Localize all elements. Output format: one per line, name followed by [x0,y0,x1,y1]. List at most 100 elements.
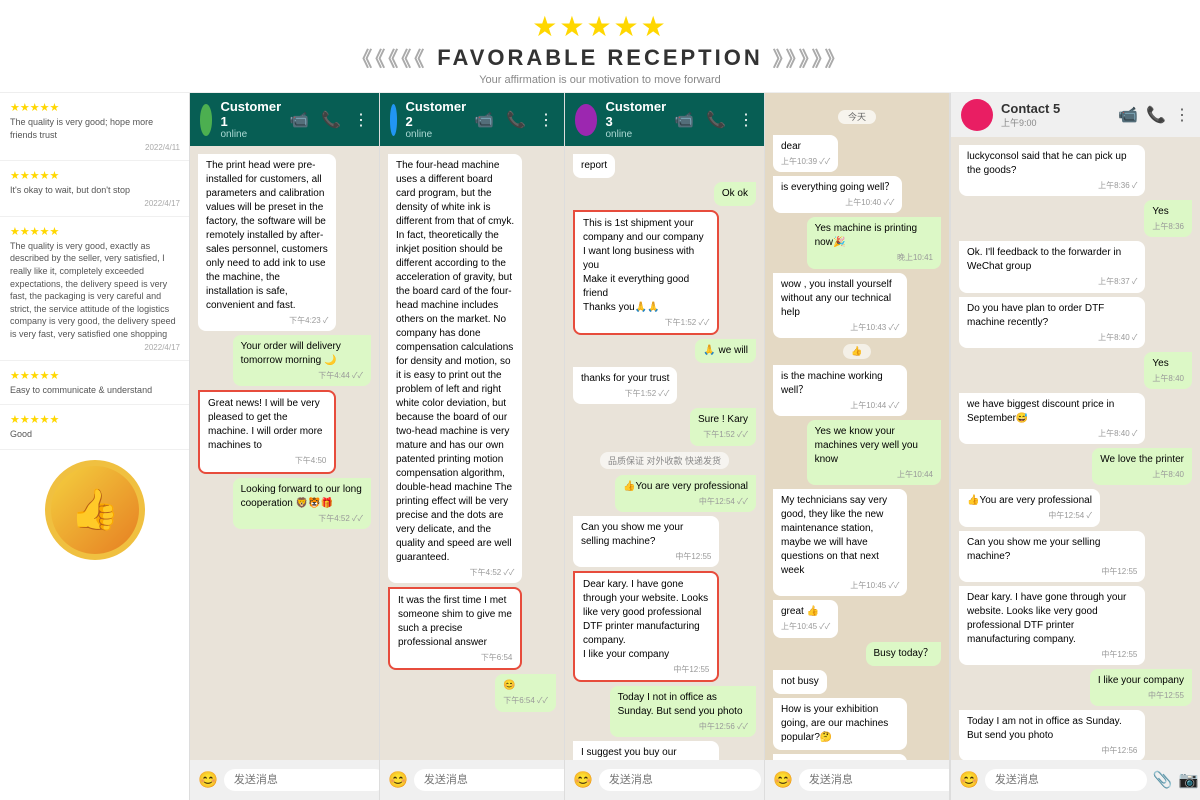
chat-column-2[interactable]: Customer 2 online 📹 📞 ⋮ The four-head ma… [380,93,565,800]
chat-input-bar-4[interactable]: 😊 📎 📷 🎤 [765,760,949,800]
message-text: Great news! I will be very pleased to ge… [208,397,326,453]
call-icon[interactable]: 📞 [321,110,341,130]
right-emoji-icon[interactable]: 😊 [959,770,979,790]
chat-message: Today I am not in office as Sunday. But … [959,710,1145,760]
chat-message: Yes machine is printing now🎉晚上10:41 [807,217,941,268]
left-arrows: 《《《《《 [352,43,427,72]
date-divider: 今天 [838,107,876,125]
chat-message: 👍You are very professional中午12:54 ✓ [959,489,1100,526]
review-stars-1: ★★★★★ [10,169,180,182]
chat-message: Busy today？ [866,642,941,666]
chat-input-bar-1[interactable]: 😊 📎 📷 🎤 [190,760,379,800]
emoji-icon-2[interactable]: 😊 [388,770,408,790]
message-time: 下午1:52 ✓✓ [583,317,709,328]
emoji-icon-3[interactable]: 😊 [573,770,593,790]
message-time: 上午8:36 [1152,221,1184,232]
emoji-icon-4[interactable]: 😊 [773,770,793,790]
chat2-messages: The four-head machine uses a different b… [380,146,564,760]
menu-icon-3[interactable]: ⋮ [738,110,754,130]
message-text: Yes machine is printing now🎉 [815,222,933,250]
review-item: ★★★★★ The quality is very good, exactly … [0,217,190,361]
chat-input-bar-2[interactable]: 😊 📎 📷 🎤 [380,760,564,800]
chat-message: 🙏 we will [695,339,756,363]
review-date-1: 2022/4/17 [10,199,180,208]
right-call-icon[interactable]: 📞 [1146,105,1166,125]
message-time: 下午4:23 ✓ [206,315,328,326]
review-item: ★★★★★ Easy to communicate & understand [0,361,190,406]
chat-panel-3: Customer 3 online 📹 📞 ⋮ reportOk okThis … [565,93,764,800]
right-attach-icon[interactable]: 📎 [1153,770,1173,790]
chat-message: My technicians say very good, they like … [773,489,907,596]
review-item: ★★★★★ It's okay to wait, but don't stop … [0,161,190,217]
message-text: I like your company [1098,674,1184,688]
message-time: 下午4:50 [208,455,326,466]
message-time: 上午10:43 ✓✓ [781,322,899,333]
chat-message: Can you show me your selling machine? 中午1… [573,516,719,567]
call-icon-3[interactable]: 📞 [706,110,726,130]
chat-input-3[interactable] [599,769,761,791]
message-text: wow , you install yourself without any o… [781,278,899,320]
page-title: 《《《《《 FAVORABLE RECEPTION 》》》》》 [0,43,1200,72]
subtitle: Your affirmation is our motivation to mo… [0,74,1200,86]
system-message: 👍 [843,344,870,359]
right-menu-icon[interactable]: ⋮ [1174,105,1190,125]
main-content: ★★★★★ The quality is very good; hope mor… [0,93,1200,800]
message-text: Ok. I'll feedback to the forwarder in We… [967,246,1137,274]
right-input-bar[interactable]: 😊 📎 📷 🎤 [951,760,1200,800]
message-time: 中午12:55 [967,566,1137,577]
chat-message: Great news! I will be very pleased to ge… [198,390,336,473]
video-icon[interactable]: 📹 [289,110,309,130]
message-text: Yes we know your machines very well you … [815,425,933,467]
chat-input-4[interactable] [799,769,950,791]
right-chat-time: 上午9:00 [1001,116,1060,129]
chat-panel-4: 今天 dear上午10:39 ✓✓is everything going wel… [765,93,949,800]
chat-input-bar-3[interactable]: 😊 📎 📷 🎤 [565,760,764,800]
message-time: 上午10:39 ✓✓ [781,156,830,167]
call-icon-2[interactable]: 📞 [506,110,526,130]
menu-icon[interactable]: ⋮ [353,110,369,130]
message-text: Today I not in office as Sunday. But sen… [618,691,748,719]
review-text-1: It's okay to wait, but don't stop [10,184,180,197]
message-text: The four-head machine uses a different b… [396,159,514,565]
review-text-4: Good [10,428,180,441]
avatar-1 [200,104,212,136]
right-sidebar[interactable]: Contact 5 上午9:00 📹 📞 ⋮ luckyconsol said … [950,93,1200,800]
message-time: 上午8:40 ✓ [967,428,1137,439]
message-text: Can you show me your selling machine? [581,521,711,549]
chat-column-3[interactable]: Customer 3 online 📹 📞 ⋮ reportOk okThis … [565,93,765,800]
message-time: 上午10:44 ✓✓ [781,400,899,411]
chat-message: Dear kary. I have gone through your webs… [959,586,1145,665]
message-text: 🙏 we will [703,344,748,358]
message-text: Busy today？ [874,647,933,661]
chat-message: not busy [773,670,827,694]
menu-icon-2[interactable]: ⋮ [538,110,554,130]
chat-input-1[interactable] [224,769,380,791]
chat-message: Ok. I'll feedback to the forwarder in We… [959,241,1145,292]
message-text: Can you show me your selling machine? [967,536,1137,564]
chat-input-2[interactable] [414,769,565,791]
emoji-icon-1[interactable]: 😊 [198,770,218,790]
chat-message: Your order will delivery tomorrow mornin… [233,335,371,386]
right-video-icon[interactable]: 📹 [1118,105,1138,125]
chat-message: This is 1st shipment your company and ou… [573,210,719,335]
chat-column-1[interactable]: Customer 1 online 📹 📞 ⋮ The print head w… [190,93,380,800]
message-time: 上午10:40 ✓✓ [781,197,894,208]
message-text: This is 1st shipment your company and ou… [583,217,709,315]
message-text: My technicians say very good, they like … [781,494,899,578]
chat-message: luckyconsol said that he can pick up the… [959,145,1145,196]
message-time: 中午12:55 [581,551,711,562]
message-text: great 👍 [781,605,830,619]
review-date-2: 2022/4/17 [10,343,180,352]
message-time: 上午8:40 [1100,469,1184,480]
chat-icons-1: 📹 📞 ⋮ [289,110,369,130]
video-icon-3[interactable]: 📹 [674,110,694,130]
contact-status-3: online [605,129,666,140]
chat3-messages: reportOk okThis is 1st shipment your com… [565,146,764,760]
message-time: 中午12:56 ✓✓ [618,721,748,732]
video-icon-2[interactable]: 📹 [474,110,494,130]
right-chat-input[interactable] [985,769,1147,791]
right-camera-icon[interactable]: 📷 [1179,770,1199,790]
chat-message: Ok ok [714,182,756,206]
chat-column-4[interactable]: 今天 dear上午10:39 ✓✓is everything going wel… [765,93,950,800]
message-text: Dear kary. I have gone through your webs… [967,591,1137,647]
